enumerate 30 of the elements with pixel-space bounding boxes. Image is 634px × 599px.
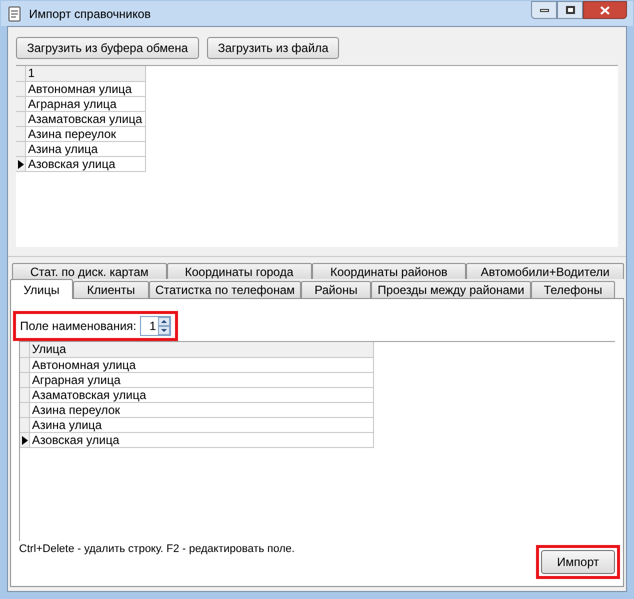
table-cell: Азовская улица [26,157,146,172]
tab[interactable]: Улицы [10,279,73,299]
table-cell: Азовская улица [30,433,374,448]
hint-text: Ctrl+Delete - удалить строку. F2 - редактировать поле. [19,542,295,557]
tab[interactable]: Стат. по диск. картам [12,263,167,279]
tab[interactable]: Районы [301,281,371,298]
toolbar-button[interactable]: Загрузить из буфера обмена [16,37,199,59]
maximize-button[interactable] [557,1,583,19]
tab[interactable]: Координаты районов [312,263,466,279]
tab[interactable]: Проезды между районами [371,281,531,298]
tab[interactable]: Автомобили+Водители [466,263,624,279]
import-button[interactable]: Импорт [541,550,615,574]
spin-field[interactable]: 1 [140,316,171,336]
close-button[interactable] [583,1,627,19]
down-arrow-icon[interactable] [158,326,170,335]
tab[interactable]: Статистка по телефонам [149,281,301,298]
current-row-icon [22,436,28,444]
app-icon [7,6,23,22]
row-header[interactable] [20,433,30,448]
tab[interactable]: Координаты города [166,263,312,279]
toolbar-button[interactable]: Загрузить из файла [206,37,340,59]
tab[interactable]: Телефоны [531,281,615,298]
window-title: Импорт справочников [29,6,152,22]
tab[interactable]: Клиенты [73,281,149,298]
row-header[interactable] [16,157,26,172]
field-label: Поле наименования: [20,318,136,335]
current-row-icon [18,160,24,168]
minimize-button[interactable] [531,1,557,19]
close-icon [600,6,610,14]
up-arrow-icon[interactable] [158,317,170,326]
